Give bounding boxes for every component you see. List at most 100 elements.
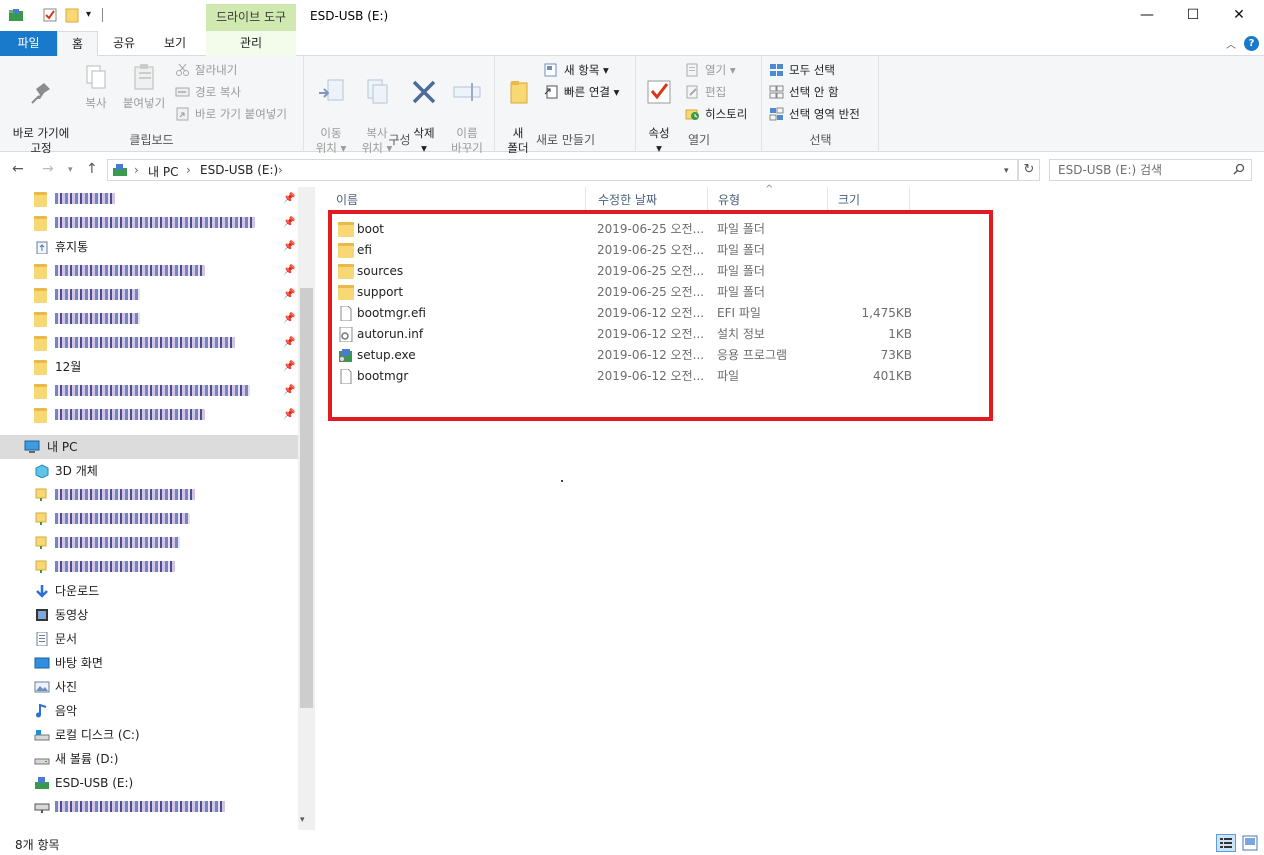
edit-button[interactable]: 편집 [685, 82, 726, 102]
copy-button[interactable]: 복사 [78, 62, 114, 111]
tab-home[interactable]: 홈 [57, 31, 98, 57]
tab-view[interactable]: 보기 [152, 31, 198, 56]
move-to-icon [319, 79, 344, 101]
folder-icon [34, 216, 47, 231]
nav-item-quick-access[interactable]: 12월 📌 [0, 355, 298, 379]
new-item-button[interactable]: 새 항목 ▾ [544, 60, 609, 80]
invert-selection-button[interactable]: 선택 영역 반전 [769, 104, 860, 124]
up-arrow-icon[interactable]: ↑ [86, 161, 98, 177]
customize-quick-access-dropdown[interactable]: ▾ [86, 9, 102, 25]
select-group-label: 선택 [809, 133, 832, 147]
clipboard-group-label: 클립보드 [129, 133, 174, 147]
new-folder-icon[interactable] [64, 7, 80, 23]
item-count: 8개 항목 [15, 838, 60, 852]
status-bar: 8개 항목 [0, 830, 1264, 855]
pin-icon[interactable]: 📌 [283, 403, 295, 427]
breadcrumb-this-pc[interactable]: 내 PC [148, 163, 178, 180]
nav-item-this-pc-child[interactable]: 새 볼륨 (D:) [0, 747, 298, 771]
nav-label: 바탕 화면 [55, 656, 103, 670]
cut-button[interactable]: 잘라내기 [175, 60, 237, 80]
address-bar[interactable]: › 내 PC › ESD-USB (E:) › [107, 159, 1018, 181]
forward-arrow-icon[interactable]: → [42, 161, 54, 177]
pin-icon[interactable]: 📌 [283, 283, 295, 307]
nav-item-this-pc-child[interactable] [0, 507, 298, 531]
paste-shortcut-button[interactable]: 바로 가기 붙여넣기 [175, 104, 287, 124]
address-history-dropdown[interactable]: ▾ [1004, 166, 1009, 176]
nav-item-this-pc-child[interactable]: 문서 [0, 627, 298, 651]
recent-locations-dropdown[interactable]: ▾ [68, 165, 73, 175]
nav-label: 12월 [55, 360, 82, 374]
pin-icon[interactable]: 📌 [283, 259, 295, 283]
drive-icon [34, 758, 50, 765]
pin-icon[interactable]: 📌 [283, 235, 295, 259]
nav-item-this-pc-child[interactable] [0, 531, 298, 555]
collapse-ribbon-icon[interactable]: ︿ [1226, 36, 1236, 51]
nav-item-this-pc-child[interactable] [0, 555, 298, 579]
breadcrumb-separator[interactable]: › [278, 163, 283, 177]
nav-item-this-pc[interactable]: 내 PC [0, 435, 298, 459]
breadcrumb-separator[interactable]: › [134, 163, 139, 177]
nav-scrollbar-thumb[interactable] [300, 288, 313, 708]
pin-icon[interactable]: 📌 [283, 307, 295, 331]
nav-item-this-pc-child[interactable] [0, 483, 298, 507]
open-button[interactable]: 열기 ▾ [685, 60, 736, 80]
tab-share[interactable]: 공유 [102, 31, 146, 56]
breadcrumb-esd-usb[interactable]: ESD-USB (E:) [200, 163, 278, 177]
nav-item-this-pc-child[interactable]: 동영상 [0, 603, 298, 627]
nav-label: 다운로드 [55, 584, 100, 598]
nav-item-quick-access[interactable]: 📌 [0, 307, 298, 331]
invert-selection-icon [769, 107, 784, 121]
file-explorer-app-icon[interactable] [8, 7, 24, 23]
nav-item-this-pc-child[interactable]: ESD-USB (E:) [0, 771, 298, 795]
history-label: 히스토리 [705, 107, 748, 121]
back-arrow-icon[interactable]: ← [12, 161, 24, 177]
paste-button[interactable]: 붙여넣기 [118, 62, 170, 111]
history-icon [685, 109, 699, 120]
nav-label-redacted [55, 379, 250, 404]
pin-icon[interactable]: 📌 [283, 379, 295, 403]
nav-item-quick-access[interactable]: 📌 [0, 331, 298, 355]
copy-path-button[interactable]: 경로 복사 [175, 82, 241, 102]
breadcrumb-separator[interactable]: › [186, 163, 191, 177]
tab-file[interactable]: 파일 [0, 31, 57, 56]
cut-label: 잘라내기 [195, 63, 238, 77]
select-none-button[interactable]: 선택 안 함 [769, 82, 839, 102]
nav-item-this-pc-child[interactable]: 사진 [0, 675, 298, 699]
pin-icon[interactable]: 📌 [283, 355, 295, 379]
new-item-label: 새 항목 ▾ [564, 63, 609, 77]
minimize-button[interactable]: — [1124, 0, 1170, 31]
nav-item-this-pc-child[interactable]: 음악 [0, 699, 298, 723]
nav-item-quick-access[interactable]: 📌 [0, 211, 298, 235]
computer-icon [24, 440, 40, 453]
nav-item-quick-access[interactable]: 📌 [0, 403, 298, 427]
nav-item-quick-access[interactable]: 📌 [0, 379, 298, 403]
search-icon[interactable] [1233, 163, 1245, 175]
nav-item-quick-access[interactable]: 📌 [0, 259, 298, 283]
properties-icon[interactable] [42, 7, 58, 23]
help-icon[interactable]: ? [1244, 36, 1259, 51]
maximize-button[interactable]: ☐ [1170, 0, 1216, 31]
refresh-button[interactable]: ↻ [1018, 159, 1040, 181]
close-button[interactable]: ✕ [1216, 0, 1262, 31]
pin-icon[interactable]: 📌 [283, 331, 295, 355]
search-input[interactable]: ESD-USB (E:) 검색 [1049, 159, 1252, 181]
tab-manage[interactable]: 관리 [206, 31, 296, 56]
large-icons-view-button[interactable] [1240, 834, 1260, 852]
easy-access-button[interactable]: 빠른 연결 ▾ [544, 82, 619, 102]
pictures-icon [34, 681, 50, 693]
details-view-button[interactable] [1216, 834, 1236, 852]
pin-icon[interactable]: 📌 [283, 211, 295, 235]
history-button[interactable]: 히스토리 [685, 104, 747, 124]
nav-item-quick-access[interactable]: 휴지통 📌 [0, 235, 298, 259]
select-all-button[interactable]: 모두 선택 [769, 60, 835, 80]
pin-icon[interactable]: 📌 [283, 187, 295, 211]
nav-item-this-pc-child[interactable]: 3D 개체 [0, 459, 298, 483]
scroll-down-arrow[interactable]: ▾ [300, 815, 305, 825]
select-none-icon [769, 85, 784, 99]
nav-item-quick-access[interactable]: 📌 [0, 187, 298, 211]
nav-item-this-pc-child[interactable] [0, 795, 298, 819]
nav-item-this-pc-child[interactable]: 바탕 화면 [0, 651, 298, 675]
nav-item-this-pc-child[interactable]: 로컬 디스크 (C:) [0, 723, 298, 747]
nav-item-quick-access[interactable]: 📌 [0, 283, 298, 307]
nav-item-this-pc-child[interactable]: 다운로드 [0, 579, 298, 603]
